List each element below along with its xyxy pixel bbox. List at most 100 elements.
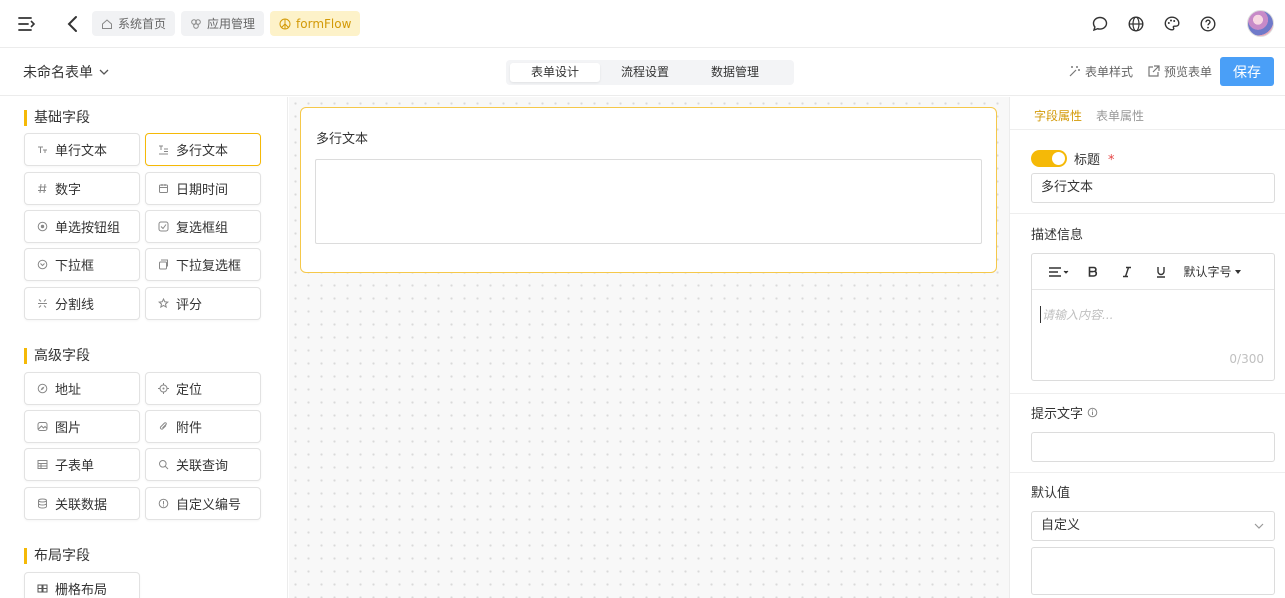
field-checkbox-group[interactable]: 复选框组 (145, 210, 261, 243)
field-related-query[interactable]: 关联查询 (145, 448, 261, 481)
chevron-down-icon (99, 68, 109, 76)
peace-icon (279, 18, 291, 30)
form-style-button[interactable]: 表单样式 (1068, 63, 1133, 80)
field-dropdown-multi[interactable]: 下拉复选框 (145, 248, 261, 281)
field-rating[interactable]: 评分 (145, 287, 261, 320)
hint-label: 提示文字 (1031, 403, 1098, 422)
caret-down-icon (1234, 269, 1241, 274)
globe-icon[interactable] (1127, 15, 1145, 33)
field-label: 下拉复选框 (176, 259, 242, 274)
font-size-dropdown[interactable]: 默认字号 (1181, 262, 1243, 282)
magic-wand-icon (1068, 65, 1081, 78)
form-toolbar: 未命名表单 表单设计 流程设置 数据管理 表单样式 预览表单 保存 (0, 49, 1285, 96)
panel-divider (1010, 472, 1285, 473)
info-icon (158, 498, 169, 509)
multiline-icon (158, 144, 169, 155)
form-name: 未命名表单 (23, 65, 93, 81)
info-icon[interactable] (1087, 407, 1098, 418)
align-dropdown-icon[interactable] (1045, 262, 1073, 282)
tag-formflow[interactable]: formFlow (270, 11, 361, 36)
field-subform[interactable]: 子表单 (24, 448, 140, 481)
dropdown-multi-icon (158, 259, 169, 270)
description-editor: 默认字号 请输入内容... 0/300 (1031, 253, 1275, 381)
field-custom-number[interactable]: 自定义编号 (145, 487, 261, 520)
form-canvas[interactable]: 多行文本 (289, 97, 1009, 598)
title-label: 标题 * (1074, 149, 1115, 168)
field-datetime[interactable]: 日期时间 (145, 172, 261, 205)
field-location[interactable]: 定位 (145, 372, 261, 405)
tab-data-management[interactable]: 数据管理 (690, 63, 780, 82)
grid-icon (37, 583, 48, 594)
field-label: 下拉框 (55, 259, 95, 274)
default-value-select[interactable]: 自定义 (1031, 511, 1275, 541)
underline-icon[interactable] (1141, 262, 1181, 282)
field-number[interactable]: 数字 (24, 172, 140, 205)
default-value-selected: 自定义 (1041, 518, 1081, 533)
paperclip-icon (158, 421, 169, 432)
field-label: 关联数据 (55, 498, 108, 513)
search-icon (158, 459, 169, 470)
preview-form-button[interactable]: 预览表单 (1147, 63, 1212, 80)
checkbox-icon (158, 221, 169, 232)
field-palette: 基础字段 单行文本 多行文本 数字 日期时间 单选按钮组 复选框组 下拉框 下拉… (0, 97, 288, 598)
save-button[interactable]: 保存 (1220, 57, 1274, 86)
title-visibility-toggle[interactable] (1031, 150, 1067, 167)
tag-home[interactable]: 系统首页 (92, 11, 176, 36)
field-divider[interactable]: 分割线 (24, 287, 140, 320)
field-label: 关联查询 (176, 459, 229, 474)
italic-icon[interactable] (1113, 262, 1141, 282)
field-radio-group[interactable]: 单选按钮组 (24, 210, 140, 243)
bold-icon[interactable] (1073, 262, 1113, 282)
menu-toggle-icon[interactable] (18, 16, 36, 32)
field-label: 复选框组 (176, 221, 229, 236)
field-address[interactable]: 地址 (24, 372, 140, 405)
tab-form-properties[interactable]: 表单属性 (1096, 107, 1144, 124)
field-label: 子表单 (55, 459, 95, 474)
tag-app-management[interactable]: 应用管理 (181, 11, 265, 36)
font-size-label: 默认字号 (1183, 265, 1232, 279)
field-label: 数字 (55, 183, 82, 198)
radio-icon (37, 221, 48, 232)
form-name-dropdown[interactable]: 未命名表单 (23, 62, 109, 82)
locate-icon (158, 383, 169, 394)
default-value-textarea[interactable] (1031, 547, 1275, 595)
field-image[interactable]: 图片 (24, 410, 140, 443)
field-label: 定位 (176, 383, 203, 398)
field-label: 单选按钮组 (55, 221, 121, 236)
external-link-icon (1147, 65, 1160, 78)
hash-icon (37, 183, 48, 194)
palette-icon[interactable] (1163, 15, 1181, 33)
field-single-line-text[interactable]: 单行文本 (24, 133, 140, 166)
help-icon[interactable] (1199, 15, 1217, 33)
tag-label: 应用管理 (207, 17, 256, 31)
description-textbox[interactable]: 请输入内容... (1040, 306, 1113, 323)
form-field-card[interactable]: 多行文本 (300, 107, 997, 273)
chevron-down-icon (1254, 523, 1264, 529)
field-attachment[interactable]: 附件 (145, 410, 261, 443)
tab-form-design[interactable]: 表单设计 (510, 63, 600, 82)
field-dropdown[interactable]: 下拉框 (24, 248, 140, 281)
layout-fields-title: 布局字段 (24, 548, 90, 564)
chat-icon[interactable] (1091, 15, 1109, 33)
required-mark: * (1108, 153, 1115, 168)
tab-flow-settings[interactable]: 流程设置 (600, 63, 690, 82)
properties-tabs: 字段属性 表单属性 (1034, 107, 1144, 124)
tab-field-properties[interactable]: 字段属性 (1034, 107, 1082, 124)
avatar[interactable] (1247, 10, 1274, 37)
hint-input[interactable] (1031, 432, 1275, 462)
field-multi-line-text[interactable]: 多行文本 (145, 133, 261, 166)
star-icon (158, 298, 169, 309)
home-icon (101, 18, 113, 30)
field-label: 地址 (55, 383, 82, 398)
field-grid-layout[interactable]: 栅格布局 (24, 572, 140, 598)
form-field-textarea-preview (315, 159, 982, 244)
form-style-label: 表单样式 (1085, 65, 1134, 79)
dropdown-icon (37, 259, 48, 270)
panel-divider (1010, 213, 1285, 214)
field-related-data[interactable]: 关联数据 (24, 487, 140, 520)
image-icon (37, 421, 48, 432)
title-input[interactable]: 多行文本 (1031, 173, 1275, 203)
panel-divider (1010, 129, 1285, 130)
back-icon[interactable] (66, 15, 80, 33)
field-label: 图片 (55, 421, 82, 436)
